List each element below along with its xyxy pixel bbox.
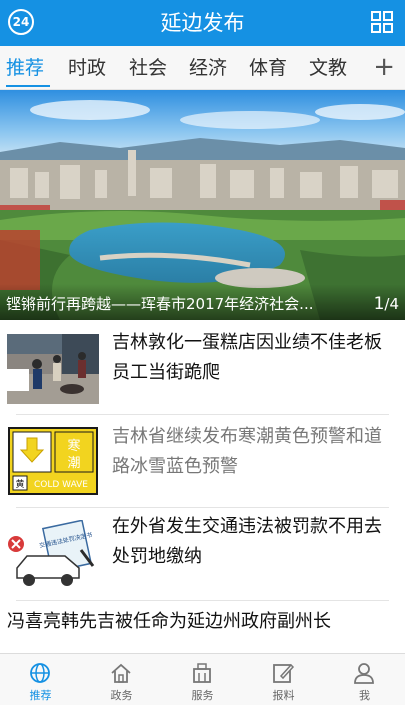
category-tabs: 推荐 时政 社会 经济 体育 文教 + [0,46,405,90]
nav-recommend[interactable]: 推荐 [0,654,81,705]
news-item[interactable]: 吉林敦化一蛋糕店因业绩不佳老板员工当街跪爬 [0,330,405,410]
nav-government[interactable]: 政务 [81,654,162,705]
news-title[interactable]: 吉林敦化一蛋糕店因业绩不佳老板员工当街跪爬 [112,328,391,388]
banner-page-current: 1 [373,294,385,314]
thumb-text-wave: 潮 [67,456,80,471]
active-tab-indicator [6,85,50,87]
globe-icon [28,662,52,684]
nav-label: 服务 [191,689,214,702]
nav-label: 政务 [110,689,133,702]
add-tab-icon[interactable]: + [373,46,395,90]
tab-politics[interactable]: 时政 [68,46,106,90]
tab-society[interactable]: 社会 [129,46,167,90]
app-title: 延边发布 [160,11,245,35]
edit-icon [271,662,295,684]
list-divider [16,414,389,415]
thumb-text-coldwave: COLD WAVE [34,480,88,490]
news-item[interactable]: 寒 潮 黄 COLD WAVE 吉林省继续发布寒潮黄色预警和道路冰雪蓝色预警 [0,420,405,500]
banner-page-total: 4 [389,295,399,313]
house-icon [109,662,133,684]
nav-me[interactable]: 我 [324,654,405,705]
nav-report[interactable]: 报料 [243,654,324,705]
nav-label: 报料 [272,689,295,702]
banner-carousel[interactable]: 铿锵前行再跨越——珲春市2017年经济社会... 1/4 [0,90,405,320]
nav-service[interactable]: 服务 [162,654,243,705]
tab-culture-education[interactable]: 文教 [309,46,347,90]
thumb-text-yellow: 黄 [15,478,24,490]
banner-caption[interactable]: 铿锵前行再跨越——珲春市2017年经济社会... [6,293,356,314]
banner-caption-bar: 铿锵前行再跨越——珲春市2017年经济社会... 1/4 [0,284,405,320]
nav-label: 推荐 [29,689,52,702]
nav-label: 我 [359,689,370,702]
grid-icon[interactable] [371,11,393,33]
news-title[interactable]: 冯喜亮韩先吉被任命为延边州政府副州长 [7,607,395,633]
news-title[interactable]: 在外省发生交通违法被罚款不用去处罚地缴纳 [112,512,391,572]
news-thumbnail [7,334,99,404]
news-thumbnail: 交通违法处罚决定书 [7,520,99,590]
news-title[interactable]: 吉林省继续发布寒潮黄色预警和道路冰雪蓝色预警 [112,422,391,482]
building-icon [190,662,214,684]
news-thumbnail: 寒 潮 黄 COLD WAVE [7,426,99,496]
thumb-text-cold: 寒 [67,438,80,454]
list-divider [16,507,389,508]
tab-recommend[interactable]: 推荐 [6,46,44,90]
list-divider [16,600,389,601]
tab-sports[interactable]: 体育 [249,46,287,90]
news-item[interactable]: 交通违法处罚决定书 在外省发生交通违法被罚款不用去处罚地缴纳 [0,512,405,596]
banner-pager: 1/4 [374,294,399,314]
app-header: 24 延边发布 [0,0,405,46]
bottom-navigation: 推荐 政务 服务 报料 我 [0,653,405,705]
tab-economy[interactable]: 经济 [189,46,227,90]
person-icon [352,662,376,684]
